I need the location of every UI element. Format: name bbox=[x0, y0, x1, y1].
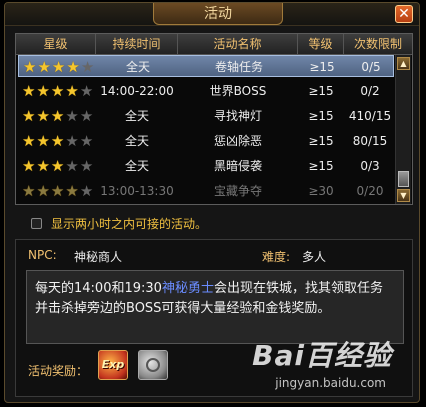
table-header: 星级 持续时间 活动名称 等级 次数限制 bbox=[16, 34, 412, 55]
row-level: ≥15 bbox=[308, 159, 334, 173]
star-empty-icon: ★ bbox=[65, 132, 80, 150]
activity-table: 星级 持续时间 活动名称 等级 次数限制 ★★★★★ 全天 卷轴任务 ≥15 0/5 ★★… bbox=[15, 33, 413, 205]
star-rating: ★★★★★ bbox=[22, 80, 104, 102]
row-duration: 全天 bbox=[125, 60, 150, 74]
activity-info-panel: NPC: 神秘商人 难度: 多人 每天的14:00和19:30神秘勇士会出现在铁… bbox=[15, 239, 413, 397]
star-filled-icon: ★ bbox=[36, 182, 51, 200]
star-filled-icon: ★ bbox=[66, 58, 81, 76]
row-duration: 14:00-22:00 bbox=[100, 84, 174, 98]
difficulty-value: 多人 bbox=[302, 250, 327, 264]
star-empty-icon: ★ bbox=[79, 182, 95, 200]
star-filled-icon: ★ bbox=[36, 82, 51, 100]
baidu-jingyan-watermark: Bai百经验 bbox=[252, 339, 392, 372]
star-filled-icon: ★ bbox=[50, 82, 66, 100]
activity-description: 每天的14:00和19:30神秘勇士会出现在铁城，找其领取任务并击杀掉旁边的BO… bbox=[26, 270, 404, 344]
header-activity-name[interactable]: 活动名称 bbox=[178, 34, 298, 54]
star-filled-icon: ★ bbox=[51, 58, 67, 76]
npc-label: NPC: bbox=[28, 248, 57, 262]
table-row[interactable]: ★★★★★ 14:00-22:00 世界BOSS ≥15 0/2 bbox=[18, 80, 394, 102]
table-body: ★★★★★ 全天 卷轴任务 ≥15 0/5 ★★★★★ 14:00-22:00 世界BOSS ≥… bbox=[16, 55, 396, 205]
row-level: ≥15 bbox=[308, 134, 334, 148]
row-level: ≥15 bbox=[308, 84, 334, 98]
star-rating: ★★★★★ bbox=[22, 155, 104, 177]
star-filled-icon: ★ bbox=[50, 132, 66, 150]
row-duration: 全天 bbox=[124, 109, 149, 123]
scroll-thumb[interactable] bbox=[398, 171, 409, 187]
star-filled-icon: ★ bbox=[36, 107, 51, 125]
row-limit: 0/3 bbox=[360, 159, 380, 173]
table-row[interactable]: ★★★★★ 13:00-13:30 宝藏争夺 ≥30 0/20 bbox=[18, 180, 394, 202]
activity-window: 活动 ✕ 星级 持续时间 活动名称 等级 次数限制 ★★★★★ 全天 卷轴任务 ≥15… bbox=[4, 2, 420, 403]
row-level: ≥30 bbox=[308, 184, 334, 198]
star-filled-icon: ★ bbox=[50, 157, 66, 175]
star-empty-icon: ★ bbox=[65, 157, 80, 175]
description-highlight[interactable]: 神秘勇士 bbox=[162, 281, 214, 296]
star-filled-icon: ★ bbox=[22, 132, 37, 150]
close-button[interactable]: ✕ bbox=[395, 5, 413, 23]
exp-reward-icon[interactable]: Exp bbox=[98, 350, 128, 380]
star-filled-icon: ★ bbox=[50, 182, 66, 200]
header-stars[interactable]: 星级 bbox=[16, 34, 96, 54]
npc-name: 神秘商人 bbox=[74, 250, 123, 264]
row-activity-name: 惩凶除恶 bbox=[213, 134, 262, 148]
star-empty-icon: ★ bbox=[79, 157, 95, 175]
star-empty-icon: ★ bbox=[80, 58, 96, 76]
table-row[interactable]: ★★★★★ 全天 黑暗侵袭 ≥15 0/3 bbox=[18, 155, 394, 177]
difficulty-label: 难度: bbox=[262, 250, 291, 264]
star-filled-icon: ★ bbox=[65, 182, 80, 200]
star-filled-icon: ★ bbox=[22, 107, 37, 125]
header-level[interactable]: 等级 bbox=[298, 34, 344, 54]
watermark-url: jingyan.baidu.com bbox=[275, 376, 386, 390]
star-empty-icon: ★ bbox=[79, 132, 95, 150]
star-filled-icon: ★ bbox=[23, 58, 38, 76]
row-duration: 全天 bbox=[124, 134, 149, 148]
table-row[interactable]: ★★★★★ 全天 卷轴任务 ≥15 0/5 bbox=[18, 55, 394, 77]
star-filled-icon: ★ bbox=[50, 107, 66, 125]
star-rating: ★★★★★ bbox=[23, 56, 105, 78]
header-duration[interactable]: 持续时间 bbox=[96, 34, 178, 54]
table-scrollbar[interactable]: ▲ ▼ bbox=[395, 55, 411, 204]
title-bar: 活动 ✕ bbox=[5, 3, 419, 26]
row-activity-name: 宝藏争夺 bbox=[213, 184, 262, 198]
two-hour-filter-label[interactable]: 显示两小时之内可接的活动。 bbox=[51, 215, 207, 233]
star-filled-icon: ★ bbox=[65, 82, 80, 100]
row-duration: 全天 bbox=[124, 159, 149, 173]
star-filled-icon: ★ bbox=[37, 58, 52, 76]
star-empty-icon: ★ bbox=[65, 107, 80, 125]
star-rating: ★★★★★ bbox=[22, 130, 104, 152]
reward-label: 活动奖励： bbox=[28, 364, 89, 378]
row-limit: 0/2 bbox=[360, 84, 380, 98]
scroll-up-button[interactable]: ▲ bbox=[397, 57, 410, 70]
row-level: ≥15 bbox=[309, 60, 335, 74]
table-row[interactable]: ★★★★★ 全天 惩凶除恶 ≥15 80/15 bbox=[18, 130, 394, 152]
scroll-down-button[interactable]: ▼ bbox=[397, 189, 410, 202]
star-rating: ★★★★★ bbox=[22, 180, 104, 202]
row-limit: 80/15 bbox=[352, 134, 388, 148]
row-activity-name: 寻找神灯 bbox=[213, 109, 262, 123]
star-rating: ★★★★★ bbox=[22, 105, 104, 127]
row-activity-name: 世界BOSS bbox=[209, 84, 267, 98]
row-activity-name: 卷轴任务 bbox=[214, 60, 263, 74]
star-empty-icon: ★ bbox=[79, 107, 95, 125]
table-row[interactable]: ★★★★★ 全天 寻找神灯 ≥15 410/15 bbox=[18, 105, 394, 127]
star-filled-icon: ★ bbox=[22, 157, 37, 175]
window-title: 活动 bbox=[153, 3, 283, 25]
star-filled-icon: ★ bbox=[22, 182, 37, 200]
star-empty-icon: ★ bbox=[79, 82, 95, 100]
row-activity-name: 黑暗侵袭 bbox=[213, 159, 262, 173]
row-limit: 0/20 bbox=[356, 184, 384, 198]
coin-reward-icon[interactable] bbox=[138, 350, 168, 380]
two-hour-filter-checkbox[interactable] bbox=[31, 218, 42, 229]
description-text-1: 每天的14:00和19:30 bbox=[35, 281, 162, 296]
row-limit: 410/15 bbox=[348, 109, 392, 123]
row-limit: 0/5 bbox=[361, 60, 381, 74]
star-filled-icon: ★ bbox=[22, 82, 37, 100]
header-limit[interactable]: 次数限制 bbox=[344, 34, 412, 54]
star-filled-icon: ★ bbox=[36, 132, 51, 150]
row-duration: 13:00-13:30 bbox=[100, 184, 174, 198]
row-level: ≥15 bbox=[308, 109, 334, 123]
star-filled-icon: ★ bbox=[36, 157, 51, 175]
